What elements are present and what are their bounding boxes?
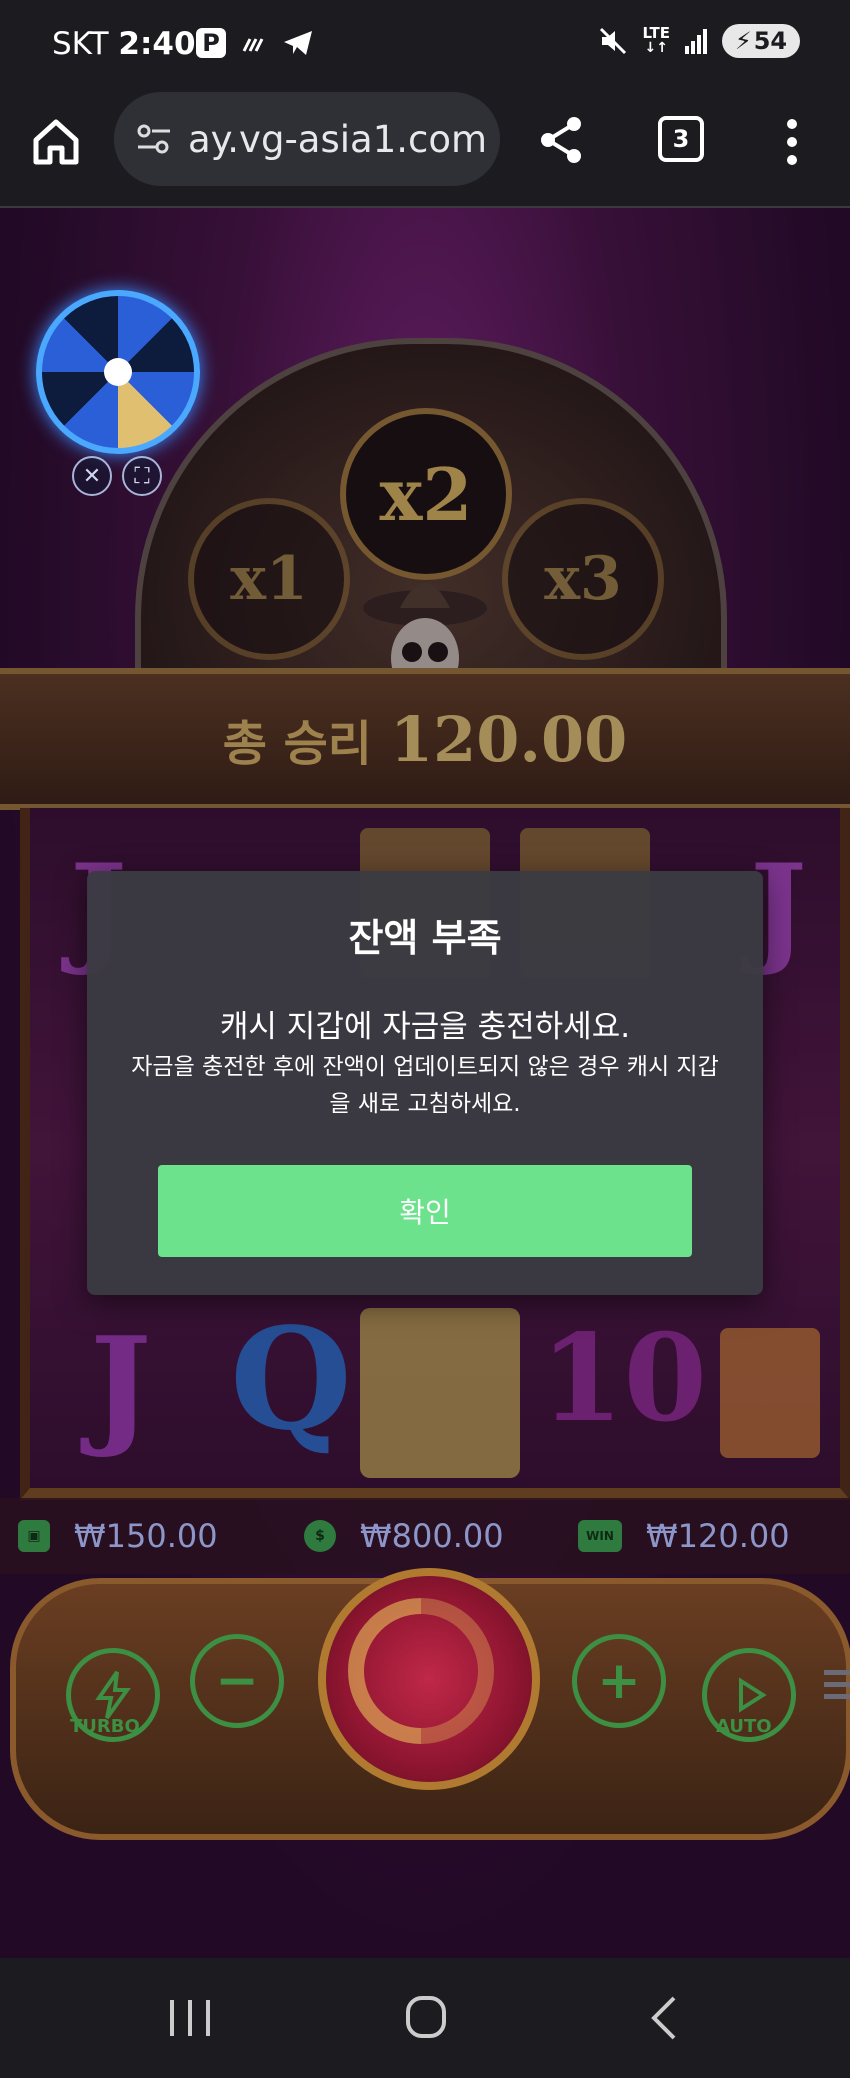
status-bar: SKT 2:40 P LTE ↓↑ ⚡ 54 (0, 0, 850, 92)
play-icon (739, 1677, 767, 1713)
bet-value: ₩150.00 (74, 1517, 218, 1555)
spin-button[interactable] (318, 1568, 540, 1790)
insufficient-balance-dialog: 잔액 부족 캐시 지갑에 자금을 충전하세요. 자금을 충전한 후에 잔액이 업… (87, 871, 763, 1295)
signal-icon (685, 29, 707, 54)
status-carrier-time: SKT 2:40 (52, 26, 196, 62)
wifi-calling-icon (242, 38, 264, 52)
battery-indicator: ⚡ 54 (722, 24, 800, 58)
telegram-icon (284, 31, 312, 55)
confirm-button[interactable]: 확인 (158, 1165, 692, 1257)
more-menu-icon[interactable] (772, 116, 812, 168)
win-icon: WIN (578, 1520, 622, 1552)
decrease-bet-button[interactable]: − (190, 1634, 284, 1728)
wheel-hub (104, 358, 132, 386)
close-wheel-icon[interactable]: ✕ (72, 456, 112, 496)
coins-icon: $ (304, 1520, 336, 1552)
recent-apps-icon[interactable] (160, 1990, 220, 2046)
balance-value: ₩800.00 (360, 1517, 504, 1555)
dialog-message: 캐시 지갑에 자금을 충전하세요. (219, 1009, 631, 1045)
carrier-label: SKT (52, 26, 109, 62)
info-bar: ▣ ₩150.00 $ ₩800.00 WIN ₩120.00 (0, 1498, 850, 1574)
back-icon[interactable] (636, 1990, 696, 2046)
site-settings-icon[interactable] (134, 119, 174, 159)
home-icon[interactable] (30, 116, 82, 168)
share-icon[interactable] (536, 114, 588, 166)
dialog-detail: 자금을 충전한 후에 잔액이 업데이트되지 않은 경우 캐시 지갑을 새로 고침… (131, 1054, 719, 1117)
lightning-icon (95, 1670, 131, 1720)
home-nav-icon[interactable] (396, 1990, 456, 2046)
auto-label: AUTO (716, 1716, 772, 1737)
address-bar[interactable]: ay.vg-asia1.com (114, 92, 500, 186)
tab-switcher-button[interactable]: 3 (658, 116, 704, 162)
bet-info: ▣ ₩150.00 (18, 1517, 218, 1555)
url-text[interactable]: ay.vg-asia1.com (188, 118, 487, 161)
charging-icon: ⚡ (734, 27, 752, 55)
system-nav-bar (0, 1958, 850, 2078)
lte-icon: LTE ↓↑ (642, 24, 670, 56)
win-value: ₩120.00 (646, 1517, 790, 1555)
turbo-label: TURBO (70, 1716, 140, 1737)
network-type: LTE (642, 24, 670, 42)
browser-toolbar: ay.vg-asia1.com 3 (0, 92, 850, 208)
bonus-wheel-icon[interactable] (36, 290, 200, 454)
clock: 2:40 (118, 26, 196, 62)
wallet-icon: ▣ (18, 1520, 50, 1552)
game-menu-icon[interactable] (820, 1664, 850, 1704)
balance-info: $ ₩800.00 (304, 1517, 504, 1555)
expand-wheel-icon[interactable]: ⛶ (122, 456, 162, 496)
battery-level: 54 (753, 27, 788, 55)
mute-icon (600, 27, 627, 55)
dialog-title: 잔액 부족 (348, 916, 502, 960)
parking-icon: P (196, 28, 226, 58)
win-info: WIN ₩120.00 (578, 1517, 790, 1555)
spin-arrows-icon (348, 1598, 494, 1744)
increase-bet-button[interactable]: + (572, 1634, 666, 1728)
